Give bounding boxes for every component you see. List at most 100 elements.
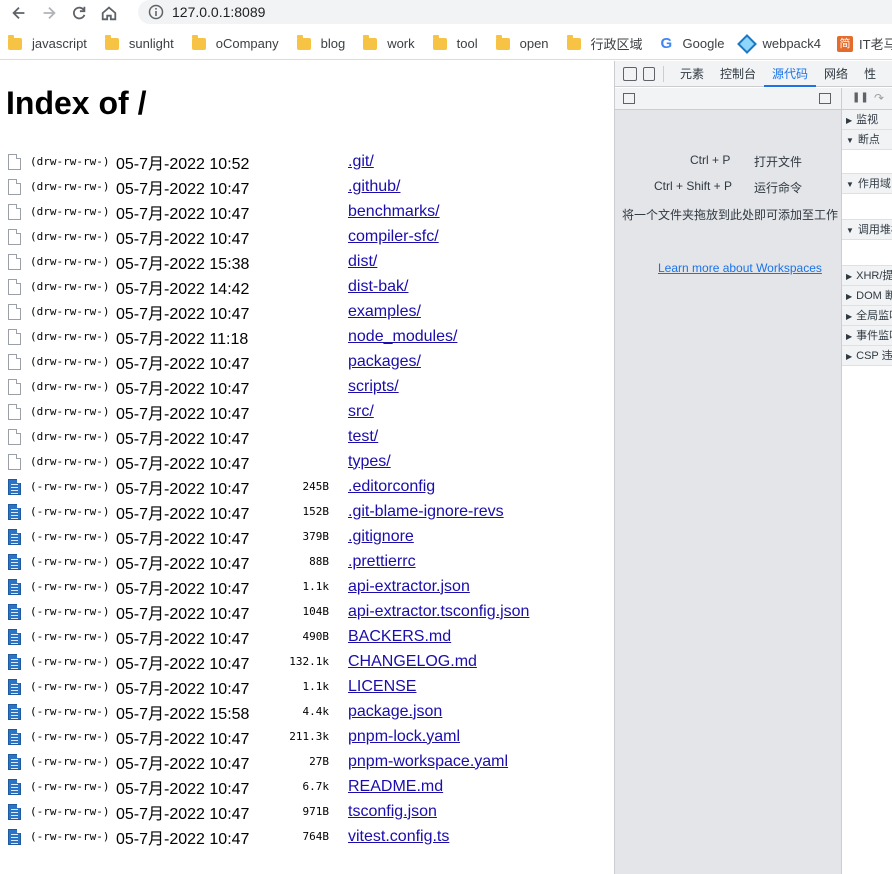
permissions: (-rw-rw-rw-) xyxy=(30,680,110,693)
section-dom-breakpoints[interactable]: ▶ DOM 断 xyxy=(842,286,892,306)
section-global-listeners[interactable]: ▶全局监听 xyxy=(842,306,892,326)
entry-link[interactable]: dist-bak/ xyxy=(348,278,408,296)
tab-performance[interactable]: 性 xyxy=(856,61,884,87)
entry-link[interactable]: api-extractor.json xyxy=(348,578,470,596)
entry-link[interactable]: vitest.config.ts xyxy=(348,828,449,846)
toggle-debugger-icon[interactable] xyxy=(819,93,831,104)
entry-link[interactable]: pnpm-lock.yaml xyxy=(348,728,460,746)
bookmark-sunlight[interactable]: sunlight xyxy=(104,34,174,51)
inspect-icon[interactable] xyxy=(623,66,637,81)
editor-toolbar xyxy=(615,88,841,110)
entry-link[interactable]: .git-blame-ignore-revs xyxy=(348,503,504,521)
listing-row: (drw-rw-rw-) 05-7月-2022 10:47 .github/ xyxy=(8,174,529,199)
entry-link[interactable]: package.json xyxy=(348,703,442,721)
shortcut-keys: Ctrl + P xyxy=(690,153,731,167)
listing-row: (-rw-rw-rw-) 05-7月-2022 10:47 379B .gitigno… xyxy=(8,524,529,549)
permissions: (-rw-rw-rw-) xyxy=(30,605,110,618)
entry-link[interactable]: tsconfig.json xyxy=(348,803,437,821)
entry-link[interactable]: pnpm-workspace.yaml xyxy=(348,753,508,771)
entry-link[interactable]: api-extractor.tsconfig.json xyxy=(348,603,529,621)
tab-elements[interactable]: 元素 xyxy=(672,61,712,87)
bookmark-blog[interactable]: blog xyxy=(296,34,345,51)
listing-row: (-rw-rw-rw-) 05-7月-2022 10:47 152B .git-bla… xyxy=(8,499,529,524)
entry-link[interactable]: .prettierrc xyxy=(348,553,416,571)
entry-link[interactable]: .gitignore xyxy=(348,528,414,546)
file-icon xyxy=(8,528,21,545)
reload-button[interactable] xyxy=(64,1,94,25)
entry-link[interactable]: scripts/ xyxy=(348,378,399,396)
entry-link[interactable]: LICENSE xyxy=(348,678,416,696)
pause-icon[interactable]: ❚❚ xyxy=(852,92,869,103)
modified-date: 05-7月-2022 10:47 xyxy=(116,230,250,248)
bookmark-itlaoma[interactable]: 简 IT老马 xyxy=(837,34,892,53)
permissions: (-rw-rw-rw-) xyxy=(30,730,110,743)
shortcut-keys: Ctrl + Shift + P xyxy=(654,179,733,193)
entry-link[interactable]: types/ xyxy=(348,453,391,471)
tab-sources[interactable]: 源代码 xyxy=(764,61,817,87)
section-watch[interactable]: ▶ 监视 xyxy=(842,110,892,130)
section-breakpoints[interactable]: ▼ 断点 xyxy=(842,130,892,150)
file-icon xyxy=(8,603,21,620)
bookmark-region[interactable]: 行政区域 xyxy=(566,34,643,53)
bookmark-work[interactable]: work xyxy=(363,34,415,51)
info-icon[interactable] xyxy=(148,4,164,20)
section-label: 作用域 xyxy=(857,178,891,190)
permissions: (drw-rw-rw-) xyxy=(30,330,110,343)
modified-date: 05-7月-2022 10:47 xyxy=(116,455,250,473)
entry-link[interactable]: README.md xyxy=(348,778,443,796)
shortcut-action: 打开文件 xyxy=(754,155,803,169)
tab-console[interactable]: 控制台 xyxy=(712,61,764,87)
toggle-navigator-icon[interactable] xyxy=(623,93,635,104)
bookmark-open[interactable]: open xyxy=(495,34,549,51)
file-icon xyxy=(8,728,21,745)
section-event-listeners[interactable]: ▶事件监听 xyxy=(842,326,892,346)
entry-link[interactable]: CHANGELOG.md xyxy=(348,653,477,671)
folder-icon xyxy=(8,253,21,270)
entry-link[interactable]: packages/ xyxy=(348,353,421,371)
permissions: (drw-rw-rw-) xyxy=(30,405,110,418)
sources-editor-area: Ctrl + P 打开文件 Ctrl + Shift + P 运行命令 将一个文… xyxy=(615,88,841,874)
forward-button[interactable] xyxy=(34,1,64,25)
entry-link[interactable]: benchmarks/ xyxy=(348,203,440,221)
entry-link[interactable]: .git/ xyxy=(348,153,374,171)
section-csp-violations[interactable]: ▶CSP 违规 xyxy=(842,346,892,366)
back-button[interactable] xyxy=(4,1,34,25)
bookmark-label: open xyxy=(519,36,549,51)
learn-more-link[interactable]: Learn more about Workspaces xyxy=(658,261,822,275)
permissions: (drw-rw-rw-) xyxy=(30,380,110,393)
section-label: 事件监听 xyxy=(856,330,892,342)
home-button[interactable] xyxy=(94,1,124,25)
breakpoints-body xyxy=(842,150,892,174)
section-label: 监视 xyxy=(856,114,879,126)
permissions: (-rw-rw-rw-) xyxy=(30,555,110,568)
section-call-stack[interactable]: ▼调用堆栈 xyxy=(842,220,892,240)
url-input[interactable]: 127.0.0.1:8089 xyxy=(138,0,892,24)
jian-icon: 简 xyxy=(837,35,854,52)
entry-link[interactable]: dist/ xyxy=(348,253,377,271)
folder-icon xyxy=(191,34,206,50)
section-scope[interactable]: ▼ 作用域 xyxy=(842,174,892,194)
listing-row: (-rw-rw-rw-) 05-7月-2022 10:47 1.1k api-extr… xyxy=(8,574,529,599)
entry-link[interactable]: src/ xyxy=(348,403,374,421)
bookmark-javascript[interactable]: javascript xyxy=(8,34,87,51)
entry-link[interactable]: test/ xyxy=(348,428,378,446)
file-icon xyxy=(8,628,21,645)
modified-date: 05-7月-2022 10:52 xyxy=(116,155,250,173)
entry-link[interactable]: node_modules/ xyxy=(348,328,457,346)
bookmark-google[interactable]: G Google xyxy=(661,35,725,52)
entry-link[interactable]: BACKERS.md xyxy=(348,628,451,646)
entry-link[interactable]: compiler-sfc/ xyxy=(348,228,439,246)
permissions: (drw-rw-rw-) xyxy=(30,280,110,293)
tab-network[interactable]: 网络 xyxy=(816,61,856,87)
entry-link[interactable]: examples/ xyxy=(348,303,421,321)
device-toolbar-icon[interactable] xyxy=(643,66,655,81)
bookmark-webpack4[interactable]: webpack4 xyxy=(737,33,821,54)
entry-link[interactable]: .editorconfig xyxy=(348,478,435,496)
section-xhr-breakpoints[interactable]: ▶ XHR/提 xyxy=(842,266,892,286)
modified-date: 05-7月-2022 10:47 xyxy=(116,780,250,798)
step-over-icon[interactable]: ↷ xyxy=(874,91,884,105)
bookmark-ocompany[interactable]: oCompany xyxy=(191,34,279,51)
bookmark-tool[interactable]: tool xyxy=(432,34,478,51)
entry-link[interactable]: .github/ xyxy=(348,178,400,196)
modified-date: 05-7月-2022 14:42 xyxy=(116,280,250,298)
